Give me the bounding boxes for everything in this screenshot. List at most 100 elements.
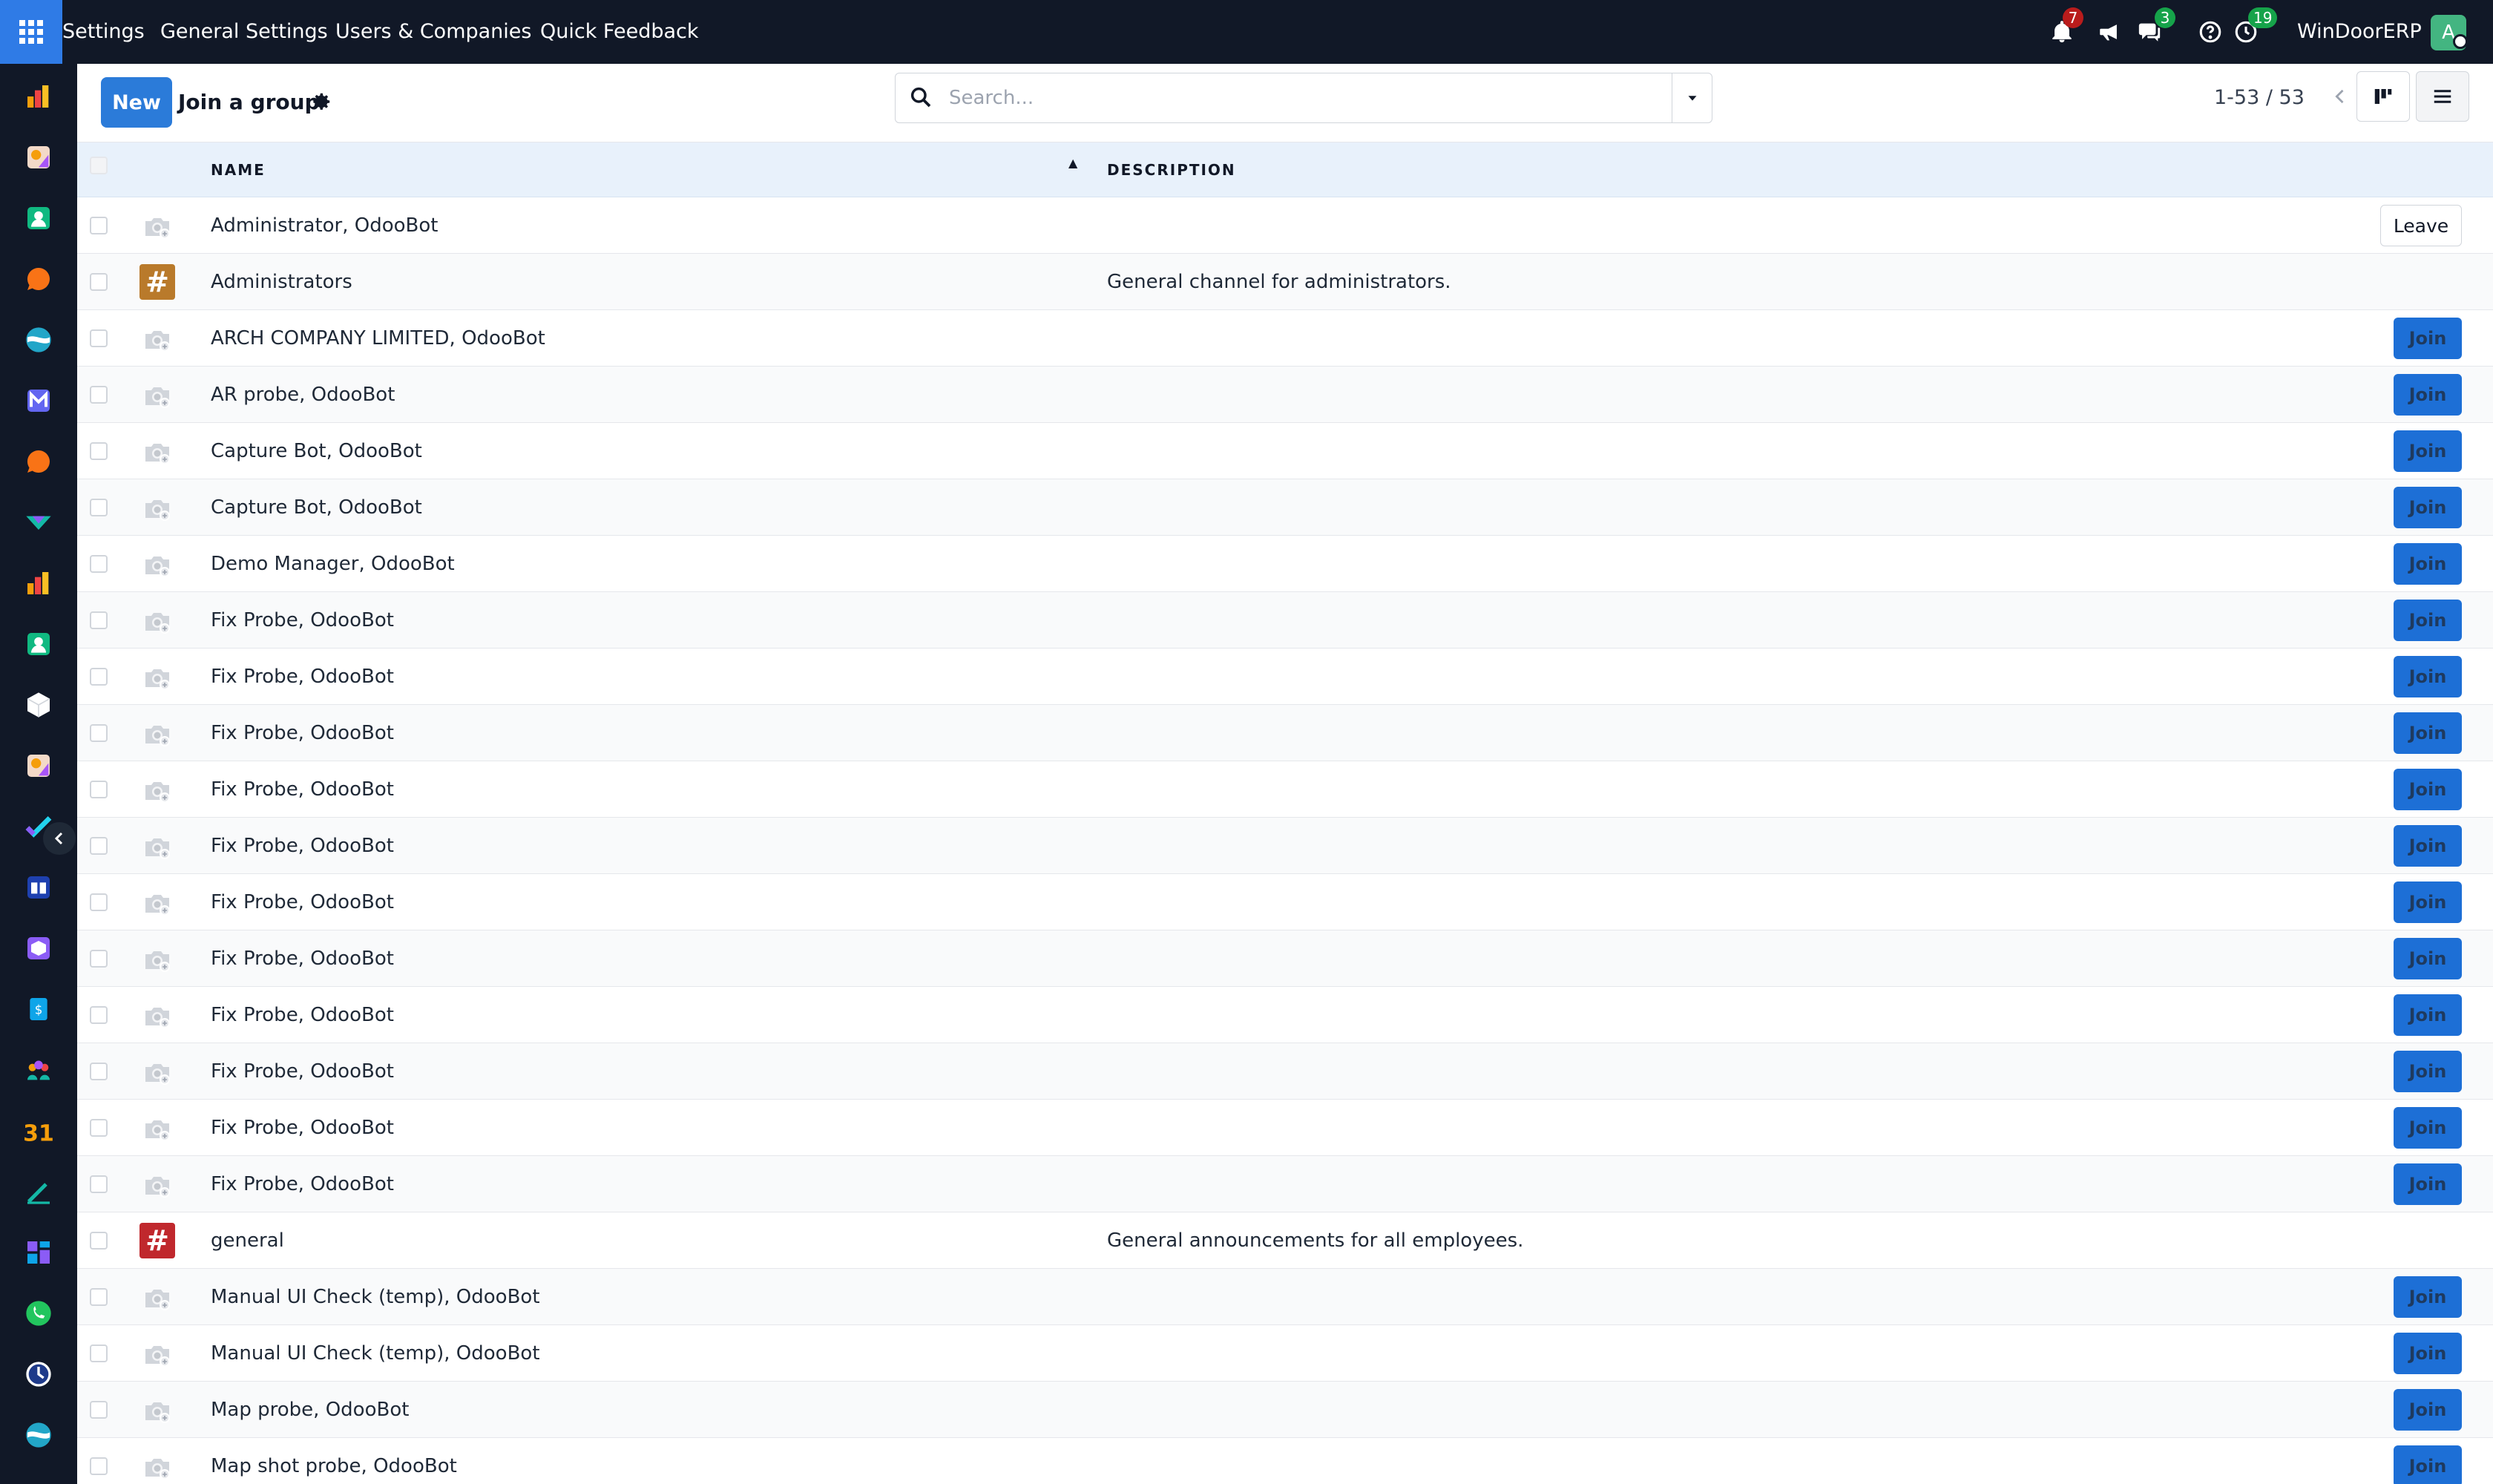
table-row[interactable]: Fix Probe, OdooBot Join [77,649,2493,705]
row-checkbox[interactable] [90,1119,108,1137]
table-row[interactable]: Fix Probe, OdooBot Join [77,874,2493,930]
row-checkbox[interactable] [90,668,108,686]
row-checkbox[interactable] [90,217,108,234]
row-checkbox[interactable] [90,442,108,460]
row-checkbox[interactable] [90,1288,108,1306]
table-row[interactable]: AR probe, OdooBot Join [77,367,2493,423]
products-icon[interactable] [24,690,53,720]
studio-icon[interactable] [24,751,53,781]
row-checkbox[interactable] [90,1006,108,1024]
calendar-icon[interactable]: 31 [23,1116,54,1146]
search-options-toggle[interactable] [1672,73,1712,122]
join-button[interactable]: Join [2394,1445,2462,1484]
row-checkbox[interactable] [90,1232,108,1250]
apps-menu-button[interactable] [0,0,62,64]
collapse-sidebar-button[interactable] [43,822,76,855]
kanban-view-button[interactable] [2356,71,2410,122]
list-view-button[interactable] [2416,71,2469,122]
sign-icon[interactable] [24,1177,53,1206]
menu-general-settings[interactable]: General Settings [160,0,328,64]
studio-icon[interactable] [24,142,53,172]
discuss-icon[interactable] [24,264,53,294]
row-checkbox[interactable] [90,386,108,404]
whatsapp-icon[interactable] [24,1298,53,1328]
help-icon[interactable] [2198,19,2223,45]
join-button[interactable]: Join [2394,1051,2462,1092]
column-header-name[interactable]: NAME [211,142,266,197]
row-checkbox[interactable] [90,1345,108,1362]
table-row[interactable]: Fix Probe, OdooBot Join [77,987,2493,1043]
join-button[interactable]: Join [2394,656,2462,697]
row-checkbox[interactable] [90,781,108,798]
join-button[interactable]: Join [2394,769,2462,810]
row-checkbox[interactable] [90,893,108,911]
table-row[interactable]: # Administrators General channel for admin… [77,254,2493,310]
row-checkbox[interactable] [90,1175,108,1193]
row-checkbox[interactable] [90,837,108,855]
join-button[interactable]: Join [2394,1107,2462,1149]
table-row[interactable]: Fix Probe, OdooBot Join [77,1100,2493,1156]
join-button[interactable]: Join [2394,318,2462,359]
table-row[interactable]: Administrator, OdooBot Leave [77,197,2493,254]
join-button[interactable]: Join [2394,600,2462,641]
select-all-checkbox[interactable] [90,157,108,174]
join-button[interactable]: Join [2394,430,2462,472]
menu-quick-feedback[interactable]: Quick Feedback [540,0,699,64]
join-button[interactable]: Join [2394,994,2462,1036]
join-button[interactable]: Join [2394,374,2462,416]
join-button[interactable]: Join [2394,1333,2462,1374]
row-checkbox[interactable] [90,499,108,516]
table-row[interactable]: Capture Bot, OdooBot Join [77,423,2493,479]
table-row[interactable]: Fix Probe, OdooBot Join [77,761,2493,818]
email-marketing-icon[interactable] [24,386,53,416]
column-header-description[interactable]: DESCRIPTION [1107,142,1236,197]
table-row[interactable]: Capture Bot, OdooBot Join [77,479,2493,536]
join-button[interactable]: Join [2394,1389,2462,1431]
table-row[interactable]: Map shot probe, OdooBot Join [77,1438,2493,1484]
row-checkbox[interactable] [90,555,108,573]
row-checkbox[interactable] [90,329,108,347]
menu-settings[interactable]: Settings [62,0,145,64]
table-row[interactable]: Manual UI Check (temp), OdooBot Join [77,1269,2493,1325]
join-button[interactable]: Join [2394,825,2462,867]
table-row[interactable]: Fix Probe, OdooBot Join [77,1156,2493,1212]
row-checkbox[interactable] [90,1457,108,1475]
table-row[interactable]: ARCH COMPANY LIMITED, OdooBot Join [77,310,2493,367]
timesheet-icon[interactable] [24,1359,53,1389]
table-row[interactable]: Demo Manager, OdooBot Join [77,536,2493,592]
contacts-icon[interactable] [24,203,53,233]
table-row[interactable]: Fix Probe, OdooBot Join [77,930,2493,987]
join-button[interactable]: Join [2394,543,2462,585]
leave-button[interactable]: Leave [2380,205,2462,246]
knowledge-icon[interactable] [24,873,53,902]
crm-icon[interactable] [24,325,53,355]
invoicing-icon[interactable]: $ [24,994,53,1024]
row-checkbox[interactable] [90,950,108,968]
row-checkbox[interactable] [90,1401,108,1419]
gear-icon[interactable] [310,91,334,114]
planning-icon[interactable] [24,1420,53,1450]
join-button[interactable]: Join [2394,881,2462,923]
megaphone-icon[interactable] [2097,19,2122,45]
new-button[interactable]: New [101,77,172,128]
table-row[interactable]: Fix Probe, OdooBot Join [77,592,2493,649]
team-icon[interactable] [24,1055,53,1085]
chat-icon[interactable] [24,447,53,476]
pager-value[interactable]: 1-53 / 53 [2214,82,2305,114]
join-button[interactable]: Join [2394,487,2462,528]
join-button[interactable]: Join [2394,1163,2462,1205]
documents-icon[interactable] [24,933,53,963]
table-row[interactable]: # general General announcements for all em… [77,1212,2493,1269]
row-checkbox[interactable] [90,611,108,629]
row-checkbox[interactable] [90,724,108,742]
company-switcher[interactable]: WinDoorERP [2297,0,2422,64]
table-row[interactable]: Fix Probe, OdooBot Join [77,1043,2493,1100]
employees-icon[interactable] [24,629,53,659]
pager-previous-button[interactable] [2318,74,2362,119]
join-button[interactable]: Join [2394,1276,2462,1318]
sales-icon[interactable] [24,82,53,111]
row-checkbox[interactable] [90,273,108,291]
inventory-icon[interactable] [24,508,53,537]
menu-users-companies[interactable]: Users & Companies [335,0,531,64]
search-input[interactable] [949,82,1617,114]
